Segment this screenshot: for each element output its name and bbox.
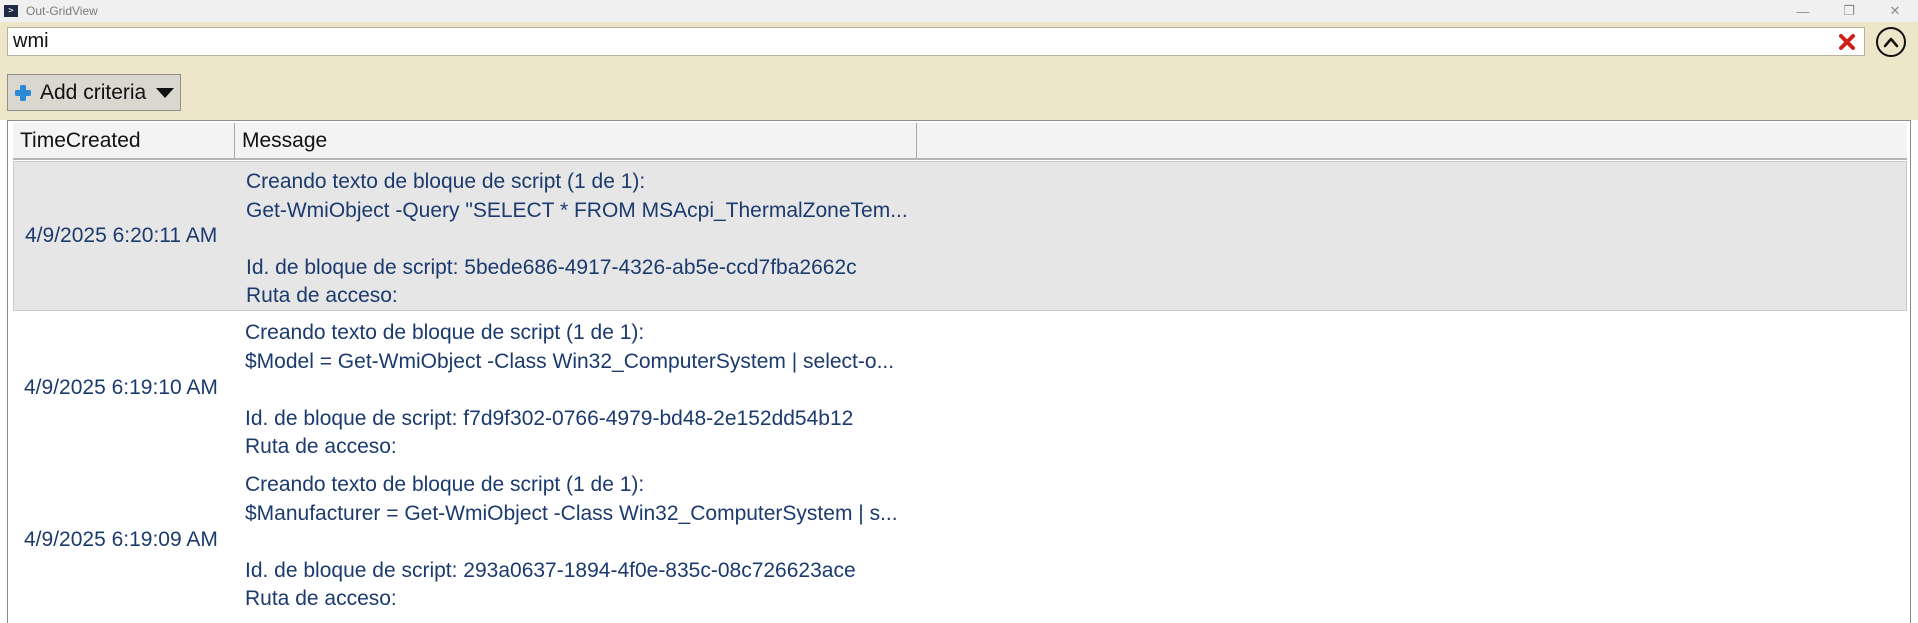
add-criteria-button[interactable]: Add criteria — [7, 74, 181, 111]
time-created-cell: 4/9/2025 6:19:10 AM — [24, 376, 218, 399]
message-line — [245, 376, 917, 405]
grid-header: TimeCreated Message — [13, 123, 1907, 160]
maximize-button[interactable]: ❐ — [1826, 0, 1872, 22]
out-gridview-window: > Out-GridView — ❐ ✕ Add — [0, 0, 1918, 623]
message-line — [246, 225, 918, 254]
add-criteria-label: Add criteria — [40, 80, 147, 104]
clear-search-icon[interactable] — [1836, 31, 1858, 53]
message-line: $Manufacturer = Get-WmiObject -Class Win… — [245, 501, 898, 525]
message-line: $Model = Get-WmiObject -Class Win32_Comp… — [245, 349, 895, 373]
collapse-filter-button[interactable] — [1876, 27, 1906, 57]
minimize-button[interactable]: — — [1780, 0, 1826, 22]
column-header-timecreated[interactable]: TimeCreated — [13, 123, 235, 158]
message-line: Creando texto de bloque de script (1 de … — [245, 473, 645, 496]
message-line: Ruta de acceso: — [245, 435, 397, 458]
message-cell: Creando texto de bloque de script (1 de … — [236, 162, 918, 310]
message-line: Ruta de acceso: — [245, 587, 397, 610]
powershell-icon: > — [4, 5, 18, 17]
time-created-cell: 4/9/2025 6:19:09 AM — [24, 528, 218, 551]
message-line — [245, 528, 917, 557]
table-row[interactable]: 4/9/2025 6:19:09 AM Creando texto de blo… — [13, 465, 1907, 615]
dropdown-caret-icon — [156, 87, 175, 98]
message-line: Id. de bloque de script: 5bede686-4917-4… — [246, 255, 857, 279]
message-line: Id. de bloque de script: f7d9f302-0766-4… — [245, 406, 854, 430]
message-cell: Creando texto de bloque de script (1 de … — [235, 465, 917, 615]
table-row[interactable]: 4/9/2025 6:19:10 AM Creando texto de blo… — [13, 313, 1907, 463]
close-button[interactable]: ✕ — [1872, 0, 1918, 22]
message-line: Id. de bloque de script: 293a0637-1894-4… — [245, 558, 856, 582]
search-box — [7, 27, 1865, 56]
filter-panel: Add criteria — [0, 22, 1918, 120]
message-line: Get-WmiObject -Query "SELECT * FROM MSAc… — [246, 198, 908, 222]
table-row[interactable]: 4/9/2025 6:20:11 AM Creando texto de blo… — [13, 161, 1907, 311]
chevron-up-icon — [1883, 37, 1899, 48]
window-title: Out-GridView — [26, 4, 98, 18]
search-input[interactable] — [8, 28, 1818, 55]
message-cell: Creando texto de bloque de script (1 de … — [235, 313, 917, 463]
results-grid: TimeCreated Message 4/9/2025 6:20:11 AM … — [7, 120, 1911, 623]
message-line: Ruta de acceso: — [246, 284, 398, 307]
time-created-cell: 4/9/2025 6:20:11 AM — [25, 224, 218, 247]
column-header-filler — [917, 123, 1907, 158]
title-bar: > Out-GridView — ❐ ✕ — [0, 0, 1918, 22]
window-controls: — ❐ ✕ — [1780, 0, 1918, 22]
column-header-message[interactable]: Message — [235, 123, 917, 158]
message-line: Creando texto de bloque de script (1 de … — [246, 170, 646, 193]
plus-icon — [15, 84, 31, 101]
message-line: Creando texto de bloque de script (1 de … — [245, 321, 645, 344]
